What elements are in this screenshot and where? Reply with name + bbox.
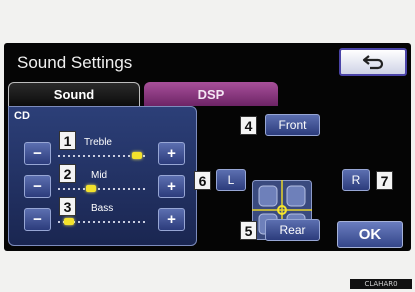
mid-plus-button[interactable]: + [158, 175, 185, 198]
back-button[interactable] [339, 48, 407, 76]
front-button[interactable]: Front [265, 114, 320, 136]
seat-front-right [286, 185, 306, 207]
callout-4: 4 [240, 116, 257, 135]
tone-panel: CD 1 Treble − + 2 Mid − + 3 Bass − + [8, 106, 197, 246]
image-code-label: CLAHAR0 [350, 279, 412, 289]
mid-label: Mid [91, 170, 108, 181]
audio-screen: Sound Settings Sound DSP CD 1 Treble − +… [4, 43, 411, 251]
slider-track [58, 188, 146, 190]
treble-minus-button[interactable]: − [24, 142, 51, 165]
bass-minus-button[interactable]: − [24, 208, 51, 231]
tab-dsp[interactable]: DSP [144, 82, 278, 106]
return-arrow-icon [362, 55, 384, 70]
treble-slider[interactable] [58, 152, 146, 159]
callout-3: 3 [59, 197, 76, 216]
ok-button[interactable]: OK [337, 221, 403, 248]
treble-label: Treble [84, 137, 112, 148]
tab-sound[interactable]: Sound [8, 82, 140, 106]
mid-minus-button[interactable]: − [24, 175, 51, 198]
seat-front-left [258, 185, 278, 207]
right-button[interactable]: R [342, 169, 370, 191]
bass-slider[interactable] [58, 218, 146, 225]
page-title: Sound Settings [17, 53, 133, 72]
bass-label: Bass [91, 203, 114, 214]
callout-2: 2 [59, 164, 76, 183]
bass-plus-button[interactable]: + [158, 208, 185, 231]
slider-knob[interactable] [86, 185, 97, 192]
slider-knob[interactable] [63, 218, 74, 225]
source-label: CD [14, 110, 30, 122]
callout-7: 7 [376, 171, 393, 190]
callout-5: 5 [240, 221, 257, 240]
callout-6: 6 [194, 171, 211, 190]
rear-button[interactable]: Rear [265, 219, 320, 241]
left-button[interactable]: L [216, 169, 246, 191]
mid-slider[interactable] [58, 185, 146, 192]
slider-knob[interactable] [132, 152, 143, 159]
treble-plus-button[interactable]: + [158, 142, 185, 165]
callout-1: 1 [59, 131, 76, 150]
